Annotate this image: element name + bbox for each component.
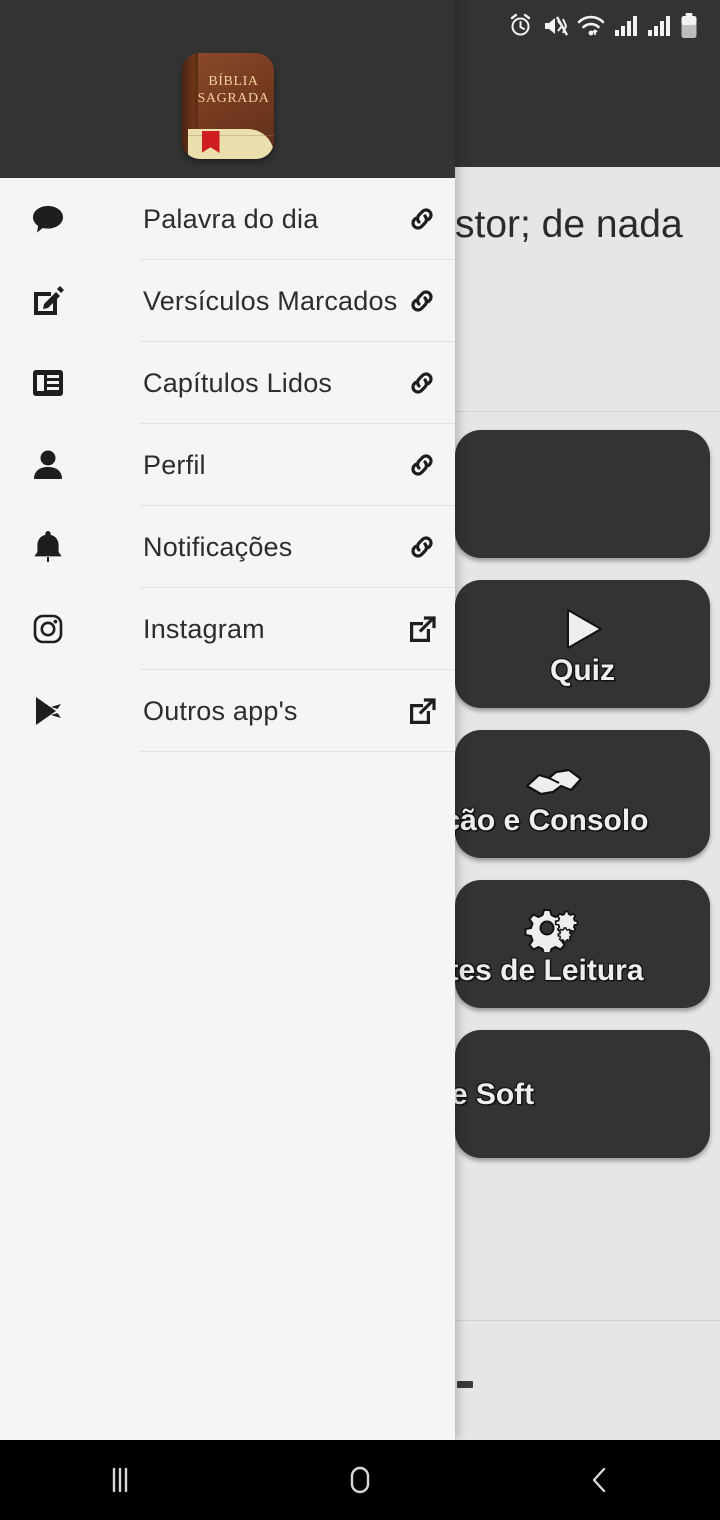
sidebar-item-notificacoes[interactable]: Notificações xyxy=(0,506,455,588)
handshake-icon xyxy=(523,750,585,802)
battery-icon xyxy=(680,12,698,44)
home-button-quiz[interactable]: Quiz xyxy=(455,580,710,708)
book-title-line1: BÍBLIA xyxy=(208,74,259,89)
sidebar-item-versiculos-marcados[interactable]: Versículos Marcados xyxy=(0,260,455,342)
wifi-icon xyxy=(577,14,605,43)
gears-icon xyxy=(522,900,586,952)
sidebar-item-instagram[interactable]: Instagram xyxy=(0,588,455,670)
chat-bubble-icon xyxy=(22,203,74,235)
home-button-ajustes-leitura[interactable]: ustes de Leitura xyxy=(455,880,710,1008)
sidebar-item-label: Notificações xyxy=(143,531,293,562)
link-icon[interactable] xyxy=(407,532,437,562)
status-bar-right xyxy=(508,12,698,44)
link-icon[interactable] xyxy=(407,368,437,398)
home-button-orientacao-consolo-label: ntação e Consolo xyxy=(455,804,649,837)
home-button-quiz-label: Quiz xyxy=(550,654,615,687)
sidebar-item-palavra-do-dia[interactable]: Palavra do dia xyxy=(0,178,455,260)
sidebar-item-label: Perfil xyxy=(143,449,206,480)
book-pages xyxy=(187,129,274,159)
back-icon[interactable] xyxy=(530,1462,670,1498)
edit-note-icon xyxy=(22,285,74,317)
drawer-header: BÍBLIA SAGRADA xyxy=(0,0,455,178)
sidebar-item-label: Versículos Marcados xyxy=(143,285,398,316)
home-button-orientacao-consolo[interactable]: ntação e Consolo xyxy=(455,730,710,858)
person-icon xyxy=(22,449,74,481)
signal-icon-1 xyxy=(614,15,638,42)
home-button-elite-soft[interactable]: te Soft xyxy=(455,1030,710,1158)
link-icon[interactable] xyxy=(407,286,437,316)
recents-icon[interactable] xyxy=(50,1462,190,1498)
drawer-menu-list: Palavra do dia Versículos Marcados Capít… xyxy=(0,178,455,752)
instagram-icon xyxy=(22,614,74,644)
navigation-drawer: BÍBLIA SAGRADA Palavra do dia Versículos… xyxy=(0,0,455,1440)
sidebar-item-capitulos-lidos[interactable]: Capítulos Lidos xyxy=(0,342,455,424)
home-button-stack: Quiz ntação e Consolo xyxy=(455,430,720,1158)
verse-text: stor; de nada xyxy=(455,203,683,246)
play-store-icon xyxy=(22,695,74,727)
sidebar-item-outros-apps[interactable]: Outros app's xyxy=(0,670,455,752)
external-link-icon[interactable] xyxy=(407,614,437,644)
book-title-line2: SAGRADA xyxy=(197,91,270,106)
home-button-elite-soft-label: te Soft xyxy=(455,1078,535,1111)
home-button-0[interactable] xyxy=(455,430,710,558)
sidebar-item-label: Instagram xyxy=(143,613,265,644)
home-icon[interactable] xyxy=(290,1462,430,1498)
sidebar-item-label: Outros app's xyxy=(143,695,298,726)
system-nav-bar xyxy=(0,1440,720,1520)
list-icon xyxy=(22,368,74,398)
external-link-icon[interactable] xyxy=(407,696,437,726)
lower-edge-marker xyxy=(457,1381,473,1388)
book-title: BÍBLIA SAGRADA xyxy=(198,73,270,107)
link-icon[interactable] xyxy=(407,204,437,234)
sidebar-item-label: Capítulos Lidos xyxy=(143,367,333,398)
signal-icon-2 xyxy=(647,15,671,42)
home-button-ajustes-leitura-label: ustes de Leitura xyxy=(455,954,644,987)
sidebar-item-label: Palavra do dia xyxy=(143,203,319,234)
bell-icon xyxy=(22,530,74,564)
play-icon xyxy=(558,600,608,652)
alarm-icon xyxy=(508,13,533,43)
app-logo-bible-icon: BÍBLIA SAGRADA xyxy=(181,53,274,159)
link-icon[interactable] xyxy=(407,450,437,480)
sidebar-item-perfil[interactable]: Perfil xyxy=(0,424,455,506)
mute-vibrate-icon xyxy=(542,14,569,43)
